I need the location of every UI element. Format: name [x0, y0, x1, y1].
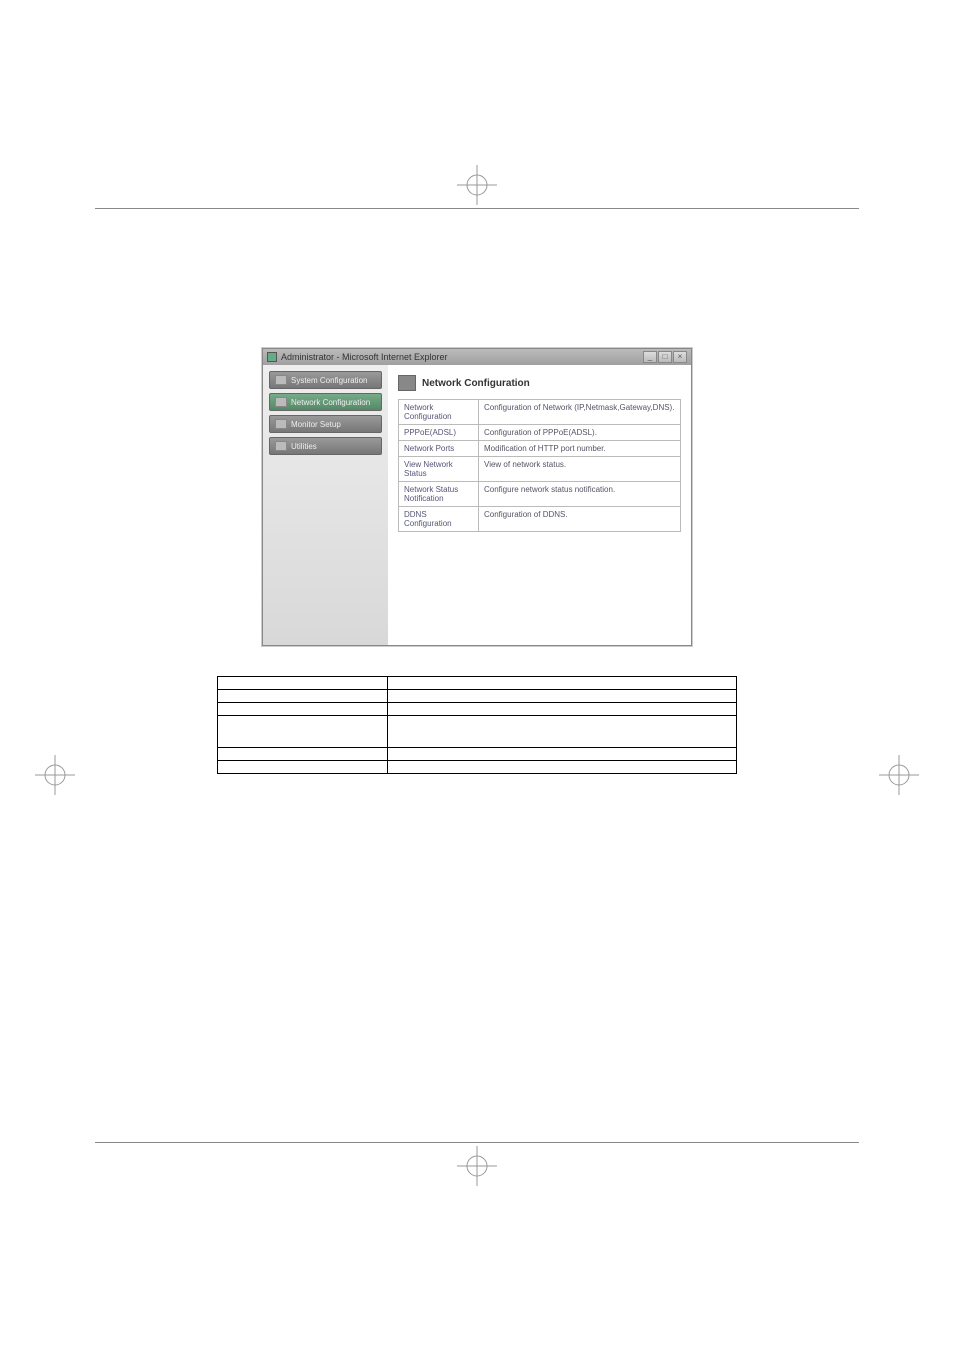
link-ddns[interactable]: DDNS Configuration	[404, 510, 452, 528]
crop-mark-right	[879, 755, 919, 795]
desc-cell: Modification of HTTP port number.	[479, 441, 681, 457]
crop-mark-bottom	[457, 1146, 497, 1186]
sidebar-item-network-config[interactable]: Network Configuration	[269, 393, 382, 411]
table-row: DDNS Configuration Configuration of DDNS…	[399, 507, 681, 532]
table-row: Network Configuration Configuration of N…	[399, 400, 681, 425]
page-header-rule	[95, 208, 859, 209]
table-row: PPPoE(ADSL) Configuration of PPPoE(ADSL)…	[399, 425, 681, 441]
def-desc	[388, 716, 737, 748]
def-term	[218, 716, 388, 748]
sidebar-item-label: Monitor Setup	[291, 420, 341, 429]
link-pppoe[interactable]: PPPoE(ADSL)	[404, 428, 456, 437]
utilities-icon	[275, 441, 287, 451]
desc-cell: Configuration of DDNS.	[479, 507, 681, 532]
def-desc	[388, 677, 737, 690]
system-config-icon	[275, 375, 287, 385]
desc-cell: Configuration of PPPoE(ADSL).	[479, 425, 681, 441]
main-content: Network Configuration Network Configurat…	[388, 365, 691, 645]
table-row	[218, 748, 737, 761]
def-desc	[388, 761, 737, 774]
ie-icon	[267, 352, 277, 362]
sidebar-item-system-config[interactable]: System Configuration	[269, 371, 382, 389]
def-desc	[388, 748, 737, 761]
maximize-button[interactable]: □	[658, 351, 672, 363]
crop-mark-left	[35, 755, 75, 795]
close-button[interactable]: ×	[673, 351, 687, 363]
def-term	[218, 748, 388, 761]
def-desc	[388, 703, 737, 716]
crop-mark-top	[457, 165, 497, 205]
table-row: View Network Status View of network stat…	[399, 457, 681, 482]
sidebar-item-label: Network Configuration	[291, 398, 370, 407]
sidebar-item-monitor-setup[interactable]: Monitor Setup	[269, 415, 382, 433]
link-network-config[interactable]: Network Configuration	[404, 403, 452, 421]
link-network-ports[interactable]: Network Ports	[404, 444, 454, 453]
table-row: Network Status Notification Configure ne…	[399, 482, 681, 507]
window-titlebar: Administrator - Microsoft Internet Explo…	[263, 349, 691, 365]
table-row: Network Ports Modification of HTTP port …	[399, 441, 681, 457]
table-row	[218, 761, 737, 774]
sidebar-item-label: Utilities	[291, 442, 317, 451]
page-footer-rule	[95, 1142, 859, 1143]
def-term	[218, 677, 388, 690]
network-config-icon	[275, 397, 287, 407]
sidebar-item-utilities[interactable]: Utilities	[269, 437, 382, 455]
def-term	[218, 761, 388, 774]
table-row	[218, 716, 737, 748]
minimize-button[interactable]: _	[643, 351, 657, 363]
table-row	[218, 677, 737, 690]
window-controls: _ □ ×	[643, 351, 687, 363]
link-status-notification[interactable]: Network Status Notification	[404, 485, 458, 503]
browser-window: Administrator - Microsoft Internet Explo…	[262, 348, 692, 646]
table-row	[218, 703, 737, 716]
sidebar: System Configuration Network Configurati…	[263, 365, 388, 645]
definition-table	[217, 676, 737, 774]
sidebar-item-label: System Configuration	[291, 376, 367, 385]
link-view-status[interactable]: View Network Status	[404, 460, 453, 478]
config-links-table: Network Configuration Configuration of N…	[398, 399, 681, 532]
page-title: Network Configuration	[422, 378, 530, 389]
monitor-setup-icon	[275, 419, 287, 429]
window-title: Administrator - Microsoft Internet Explo…	[281, 352, 448, 362]
network-icon	[398, 375, 416, 391]
table-row	[218, 690, 737, 703]
def-term	[218, 690, 388, 703]
desc-cell: Configuration of Network (IP,Netmask,Gat…	[479, 400, 681, 425]
desc-cell: Configure network status notification.	[479, 482, 681, 507]
desc-cell: View of network status.	[479, 457, 681, 482]
def-term	[218, 703, 388, 716]
def-desc	[388, 690, 737, 703]
